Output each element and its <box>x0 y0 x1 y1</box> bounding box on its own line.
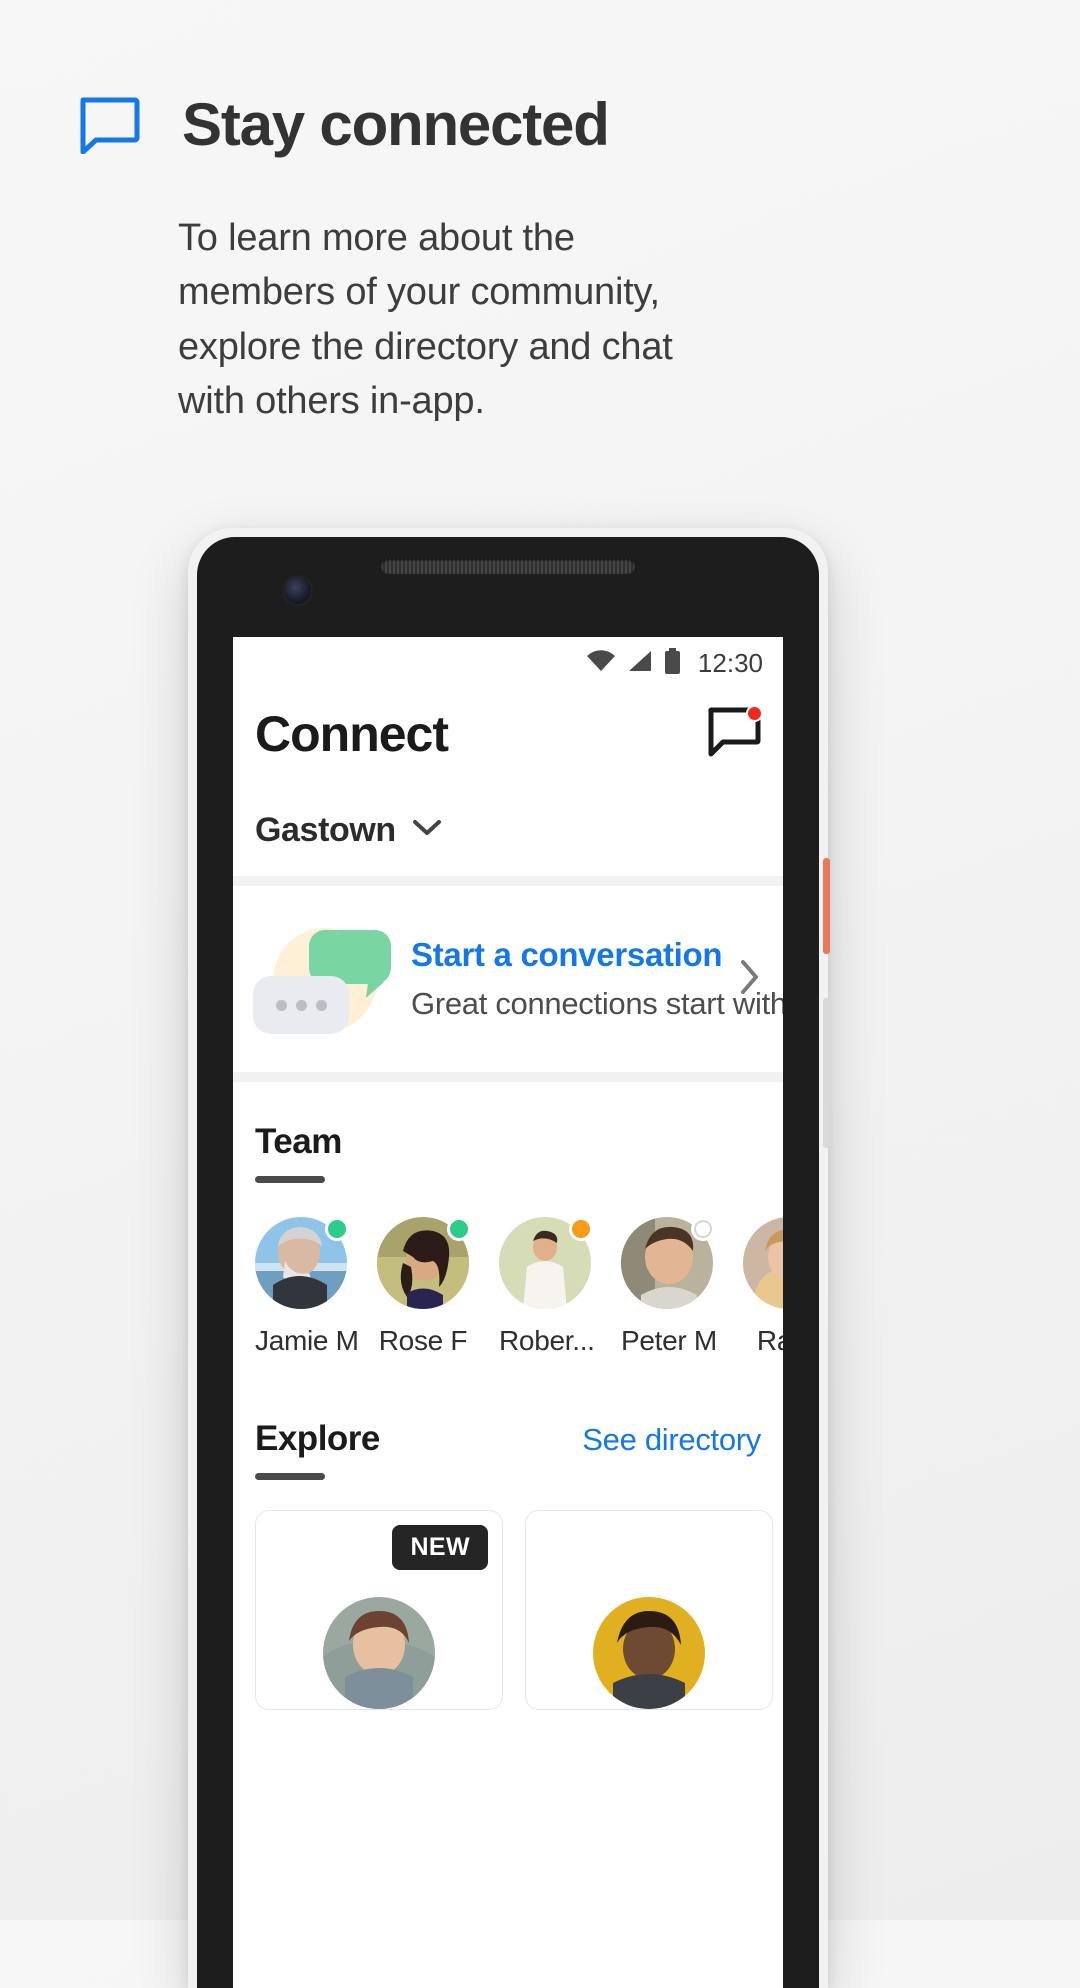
volume-button[interactable] <box>823 998 830 1148</box>
team-member[interactable]: Jamie M <box>255 1217 359 1357</box>
promo-panel: Stay connected To learn more about the m… <box>0 0 1080 428</box>
earpiece-speaker <box>381 559 635 574</box>
explore-section-rule <box>255 1473 325 1480</box>
avatar <box>593 1597 705 1709</box>
explore-section-title: Explore <box>255 1419 380 1458</box>
phone-screen: 12:30 Connect Gastown Start a conversati… <box>233 637 783 1988</box>
see-directory-link[interactable]: See directory <box>582 1422 761 1458</box>
section-divider <box>233 876 783 886</box>
message-bubble-icon <box>707 707 761 761</box>
app-header: Connect <box>233 689 783 763</box>
team-section: Team Jamie M Rose F Rober... Peter M R <box>233 1082 783 1357</box>
team-member[interactable]: Rach <box>743 1217 783 1357</box>
unread-badge <box>746 705 763 722</box>
team-section-rule <box>255 1176 325 1183</box>
explore-card-list[interactable]: NEW <box>255 1480 773 1710</box>
start-conversation-title: Start a conversation <box>411 936 723 973</box>
avatar <box>323 1597 435 1709</box>
team-section-title: Team <box>255 1122 342 1161</box>
section-divider-2 <box>233 1072 783 1082</box>
new-badge: NEW <box>392 1525 488 1570</box>
status-bar: 12:30 <box>233 637 783 689</box>
team-member-list[interactable]: Jamie M Rose F Rober... Peter M R <box>255 1183 783 1357</box>
community-name: Gastown <box>255 811 396 849</box>
battery-icon <box>664 647 681 679</box>
community-selector[interactable]: Gastown <box>233 763 783 876</box>
start-conversation-card[interactable]: Start a conversation Great connections s… <box>233 886 783 1072</box>
phone-body: 12:30 Connect Gastown Start a conversati… <box>197 537 819 1988</box>
presence-indicator <box>325 1217 349 1241</box>
team-member-name: Jamie M <box>255 1325 359 1356</box>
messages-button[interactable] <box>707 705 763 761</box>
status-bar-time: 12:30 <box>697 647 763 678</box>
phone-top-bezel <box>197 537 819 637</box>
team-member-name: Rose F <box>378 1325 468 1356</box>
presence-indicator <box>691 1217 715 1241</box>
presence-indicator <box>569 1217 593 1241</box>
chevron-right-icon <box>739 959 765 1000</box>
team-member-name: Rober... <box>499 1325 595 1356</box>
explore-section: Explore See directory NEW <box>233 1357 783 1710</box>
team-member[interactable]: Peter M <box>621 1217 717 1357</box>
team-member-name: Rach <box>756 1325 783 1356</box>
team-member[interactable]: Rober... <box>499 1217 595 1357</box>
avatar <box>743 1217 783 1309</box>
presence-indicator <box>447 1217 471 1241</box>
power-button[interactable] <box>823 858 830 954</box>
chevron-down-icon <box>412 819 442 842</box>
team-member-name: Peter M <box>621 1325 717 1356</box>
promo-header: Stay connected <box>0 0 1080 155</box>
app-title: Connect <box>255 706 449 762</box>
explore-card[interactable]: NEW <box>255 1510 503 1710</box>
phone-mockup: 12:30 Connect Gastown Start a conversati… <box>188 528 830 1988</box>
chat-bubble-icon <box>78 96 140 155</box>
chat-bubbles-illustration <box>251 920 401 1038</box>
cell-signal-icon <box>627 649 653 678</box>
front-camera <box>284 577 311 604</box>
explore-card[interactable] <box>525 1510 773 1710</box>
page-title: Stay connected <box>182 91 610 158</box>
team-member[interactable]: Rose F <box>377 1217 471 1357</box>
wifi-icon <box>586 649 616 678</box>
start-conversation-subtitle: Great connections start with 👋 <box>411 986 783 1021</box>
promo-description: To learn more about the members of your … <box>178 217 673 422</box>
